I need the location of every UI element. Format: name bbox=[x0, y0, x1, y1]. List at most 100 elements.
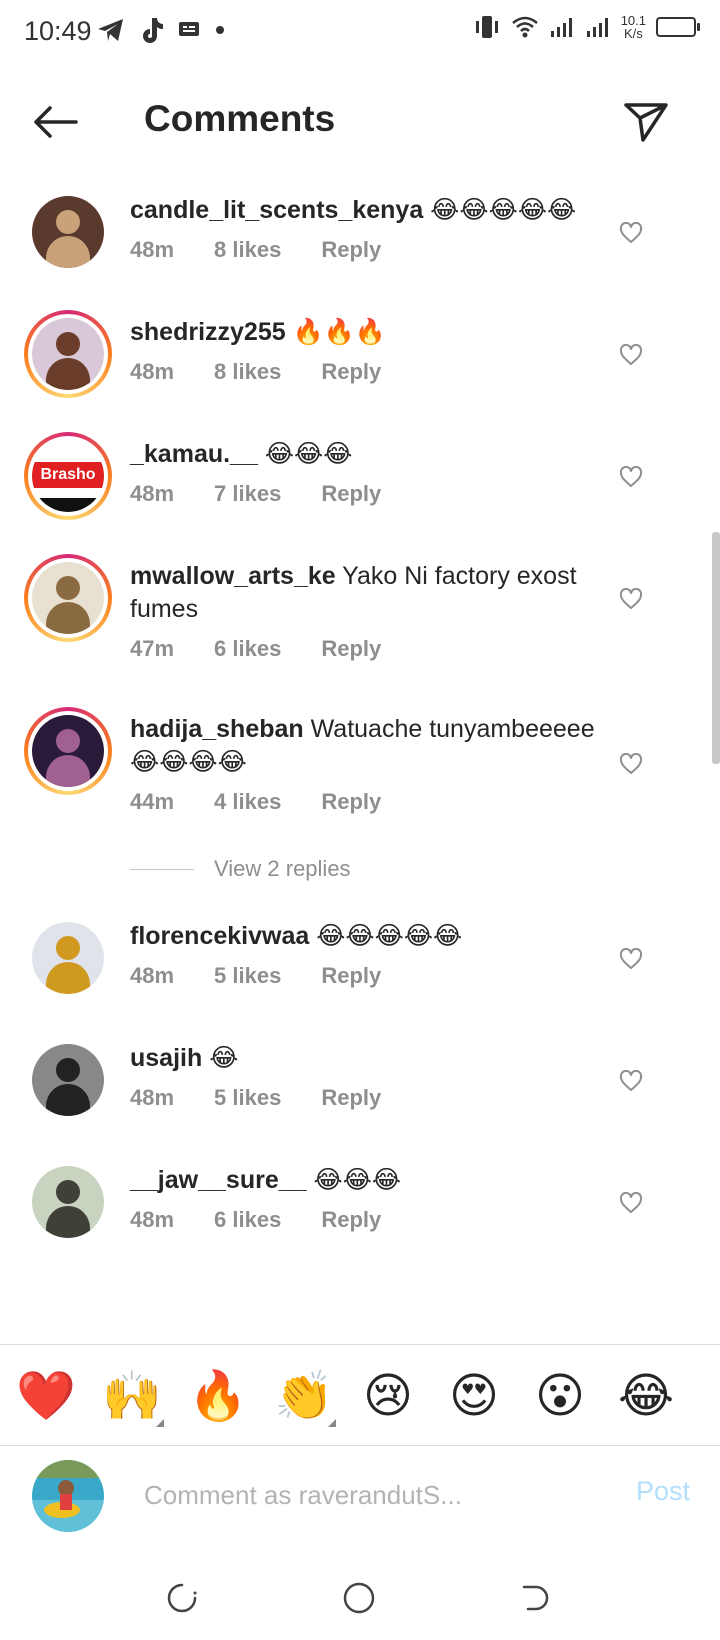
avatar-figure-head bbox=[56, 576, 80, 600]
comment-time: 48m bbox=[130, 963, 175, 988]
like-button[interactable] bbox=[616, 584, 646, 614]
like-button[interactable] bbox=[616, 340, 646, 370]
avatar-ring-gap bbox=[28, 918, 108, 998]
share-button[interactable] bbox=[618, 96, 674, 148]
avatar-figure-head bbox=[56, 1058, 80, 1082]
like-button[interactable] bbox=[616, 1188, 646, 1218]
raised-hands-emoji-button[interactable]: 🙌 bbox=[102, 1369, 164, 1427]
comment-likes[interactable]: 8 likes bbox=[214, 359, 281, 385]
comment-time: 44m bbox=[130, 789, 175, 814]
comment-avatar[interactable] bbox=[24, 310, 112, 398]
comment-body: florencekivwaa 😂😂😂😂😂 48m 5 likes Reply bbox=[130, 920, 620, 989]
reply-button[interactable]: Reply bbox=[321, 359, 381, 385]
avatar-figure-head bbox=[56, 332, 80, 356]
skin-tone-indicator bbox=[328, 1419, 336, 1427]
reply-button[interactable]: Reply bbox=[321, 1207, 381, 1233]
view-replies-label: View 2 replies bbox=[214, 856, 351, 881]
comment-text: usajih 😂 bbox=[130, 1042, 620, 1075]
avatar-image bbox=[32, 1044, 104, 1116]
battery-icon bbox=[656, 17, 700, 37]
like-button[interactable] bbox=[616, 218, 646, 248]
telegram-icon bbox=[98, 19, 123, 41]
comment-meta: 48m 8 likes Reply bbox=[130, 359, 620, 385]
recents-button[interactable] bbox=[162, 1578, 202, 1618]
comment-meta: 48m 7 likes Reply bbox=[130, 481, 620, 507]
surprised-emoji-button[interactable]: 😮 bbox=[532, 1369, 588, 1425]
comment-avatar[interactable] bbox=[24, 707, 112, 795]
arrow-left-icon bbox=[34, 106, 78, 138]
clap-emoji-button[interactable]: 👏 bbox=[274, 1369, 336, 1427]
comment-username[interactable]: hadija_sheban bbox=[130, 715, 304, 743]
reply-button[interactable]: Reply bbox=[321, 1085, 381, 1111]
comment-input[interactable] bbox=[142, 1472, 586, 1518]
comment-row: __jaw__sure__ 😂😂😂 48m 6 likes Reply bbox=[0, 1150, 712, 1270]
like-button[interactable] bbox=[616, 462, 646, 492]
comment-body: candle_lit_scents_kenya 😂😂😂😂😂 48m 8 likes R… bbox=[130, 194, 620, 263]
comment-username[interactable]: shedrizzy255 bbox=[130, 318, 286, 346]
nav-back-button[interactable] bbox=[516, 1578, 556, 1618]
network-speed: 10.1 K/s bbox=[621, 14, 646, 40]
comment-likes[interactable]: 4 likes bbox=[214, 789, 281, 815]
comment-avatar[interactable] bbox=[24, 188, 112, 276]
comment-text: candle_lit_scents_kenya 😂😂😂😂😂 bbox=[130, 194, 620, 227]
heart-emoji-button[interactable]: ❤️ bbox=[16, 1369, 76, 1425]
system-icons: 10.1 K/s bbox=[473, 14, 700, 40]
comment-likes[interactable]: 8 likes bbox=[214, 237, 281, 263]
current-user-avatar bbox=[32, 1460, 104, 1532]
reply-button[interactable]: Reply bbox=[321, 636, 381, 662]
comment-avatar[interactable]: Brasho bbox=[24, 432, 112, 520]
signal-icon-2 bbox=[586, 18, 608, 37]
comment-avatar[interactable] bbox=[24, 554, 112, 642]
avatar-ring-gap bbox=[28, 314, 108, 394]
comment-avatar[interactable] bbox=[24, 1036, 112, 1124]
header: Comments bbox=[0, 80, 720, 164]
heart-eyes-emoji-button[interactable]: 😍 bbox=[446, 1369, 502, 1425]
like-button[interactable] bbox=[616, 1066, 646, 1096]
home-circle-icon bbox=[343, 1582, 375, 1614]
avatar-figure-body bbox=[46, 962, 90, 994]
comment-username[interactable]: florencekivwaa bbox=[130, 922, 309, 950]
comment-likes[interactable]: 6 likes bbox=[214, 1207, 281, 1233]
speed-unit: K/s bbox=[623, 26, 643, 41]
laughing-emoji-button[interactable]: 😂 bbox=[618, 1369, 674, 1425]
comment-message: 🔥🔥🔥 bbox=[285, 318, 386, 346]
comment-message: 😂 bbox=[202, 1044, 239, 1072]
comment-username[interactable]: usajih bbox=[130, 1044, 202, 1072]
comment-likes[interactable]: 6 likes bbox=[214, 636, 281, 662]
reply-button[interactable]: Reply bbox=[321, 237, 381, 263]
comment-text: _kamau.__ 😂😂😂 bbox=[130, 438, 620, 471]
comment-avatar[interactable] bbox=[24, 1158, 112, 1246]
scrollbar[interactable] bbox=[712, 532, 720, 764]
comment-username[interactable]: __jaw__sure__ bbox=[130, 1166, 307, 1194]
reply-button[interactable]: Reply bbox=[321, 963, 381, 989]
crying-emoji-button[interactable]: 😢 bbox=[360, 1369, 416, 1425]
comment-likes[interactable]: 5 likes bbox=[214, 963, 281, 989]
message-icon bbox=[179, 22, 199, 36]
comment-likes[interactable]: 5 likes bbox=[214, 1085, 281, 1111]
back-button[interactable] bbox=[28, 98, 84, 146]
comment-avatar[interactable] bbox=[24, 914, 112, 1002]
like-button[interactable] bbox=[616, 944, 646, 974]
status-time: 10:49 bbox=[24, 16, 92, 46]
home-button[interactable] bbox=[339, 1578, 379, 1618]
avatar-figure-body bbox=[46, 358, 90, 390]
comment-likes[interactable]: 7 likes bbox=[214, 481, 281, 507]
comment-username[interactable]: candle_lit_scents_kenya bbox=[130, 196, 423, 224]
like-button[interactable] bbox=[616, 749, 646, 779]
fire-emoji-button[interactable]: 🔥 bbox=[188, 1369, 248, 1425]
emoji-glyph: 🔥 bbox=[188, 1370, 248, 1423]
emoji-glyph: 👏 bbox=[274, 1370, 334, 1423]
avatar-image bbox=[32, 196, 104, 268]
heart-icon bbox=[619, 1192, 643, 1213]
reply-button[interactable]: Reply bbox=[321, 789, 381, 815]
avatar-figure-body bbox=[46, 1206, 90, 1238]
comment-username[interactable]: mwallow_arts_ke bbox=[130, 562, 336, 590]
view-replies-button[interactable]: View 2 replies bbox=[130, 856, 351, 882]
comment-message: 😂😂😂😂😂 bbox=[309, 922, 463, 950]
reply-button[interactable]: Reply bbox=[321, 481, 381, 507]
comment-body: shedrizzy255 🔥🔥🔥 48m 8 likes Reply bbox=[130, 316, 620, 385]
comment-meta: 44m 4 likes Reply bbox=[130, 789, 620, 815]
heart-icon bbox=[619, 753, 643, 774]
post-button[interactable]: Post bbox=[636, 1476, 690, 1507]
comment-username[interactable]: _kamau.__ bbox=[130, 440, 258, 468]
